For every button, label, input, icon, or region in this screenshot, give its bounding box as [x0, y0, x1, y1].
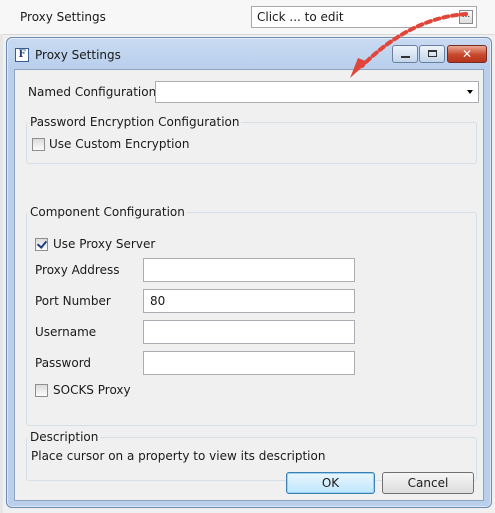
- background-property-value: Click ... to edit: [257, 10, 344, 24]
- background-strip: [0, 34, 3, 513]
- description-title: Description: [28, 430, 101, 444]
- password-input[interactable]: [143, 351, 355, 375]
- use-custom-encryption-checkbox[interactable]: [32, 138, 45, 151]
- proxy-settings-dialog: F Proxy Settings ✕ Named Configuration P…: [6, 37, 492, 508]
- password-encryption-group-title: Password Encryption Configuration: [28, 115, 242, 129]
- title-bar[interactable]: F Proxy Settings ✕: [7, 38, 491, 69]
- use-proxy-server-label: Use Proxy Server: [53, 237, 156, 251]
- username-input[interactable]: [143, 320, 355, 344]
- window-title: Proxy Settings: [35, 48, 121, 62]
- socks-proxy-checkbox[interactable]: [35, 384, 48, 397]
- maximize-icon: [428, 50, 437, 57]
- ok-button[interactable]: OK: [286, 472, 375, 494]
- password-encryption-group: Password Encryption Configuration Use Cu…: [26, 115, 477, 164]
- chevron-down-icon: [467, 90, 473, 94]
- username-label: Username: [35, 325, 97, 339]
- port-number-value: 80: [150, 294, 166, 308]
- named-configuration-dropdown[interactable]: [155, 81, 479, 103]
- cancel-button[interactable]: Cancel: [382, 472, 474, 494]
- app-icon: F: [15, 48, 29, 62]
- port-number-input[interactable]: 80: [143, 289, 355, 313]
- password-label: Password: [35, 356, 92, 370]
- socks-proxy-label: SOCKS Proxy: [53, 383, 131, 397]
- component-configuration-group: Component Configuration Use Proxy Server…: [26, 205, 477, 426]
- close-button[interactable]: ✕: [447, 45, 487, 63]
- minimize-icon: [401, 56, 410, 58]
- description-text: Place cursor on a property to view its d…: [31, 449, 326, 463]
- component-configuration-group-title: Component Configuration: [28, 205, 187, 219]
- proxy-address-label: Proxy Address: [35, 263, 120, 277]
- background-property-value-cell[interactable]: Click ... to edit ...: [251, 6, 477, 28]
- dialog-client-area: Named Configuration Password Encryption …: [14, 69, 484, 501]
- close-icon: ✕: [461, 47, 473, 61]
- use-custom-encryption-label: Use Custom Encryption: [49, 137, 190, 151]
- port-number-label: Port Number: [35, 294, 111, 308]
- proxy-address-input[interactable]: [143, 258, 355, 282]
- ellipsis-button[interactable]: ...: [459, 10, 473, 24]
- background-property-row: Proxy Settings Click ... to edit ...: [0, 0, 495, 35]
- maximize-button[interactable]: [419, 45, 445, 63]
- background-property-label: Proxy Settings: [20, 10, 106, 24]
- named-configuration-label: Named Configuration: [28, 85, 157, 99]
- use-proxy-server-checkbox[interactable]: [35, 238, 48, 251]
- minimize-button[interactable]: [392, 45, 418, 63]
